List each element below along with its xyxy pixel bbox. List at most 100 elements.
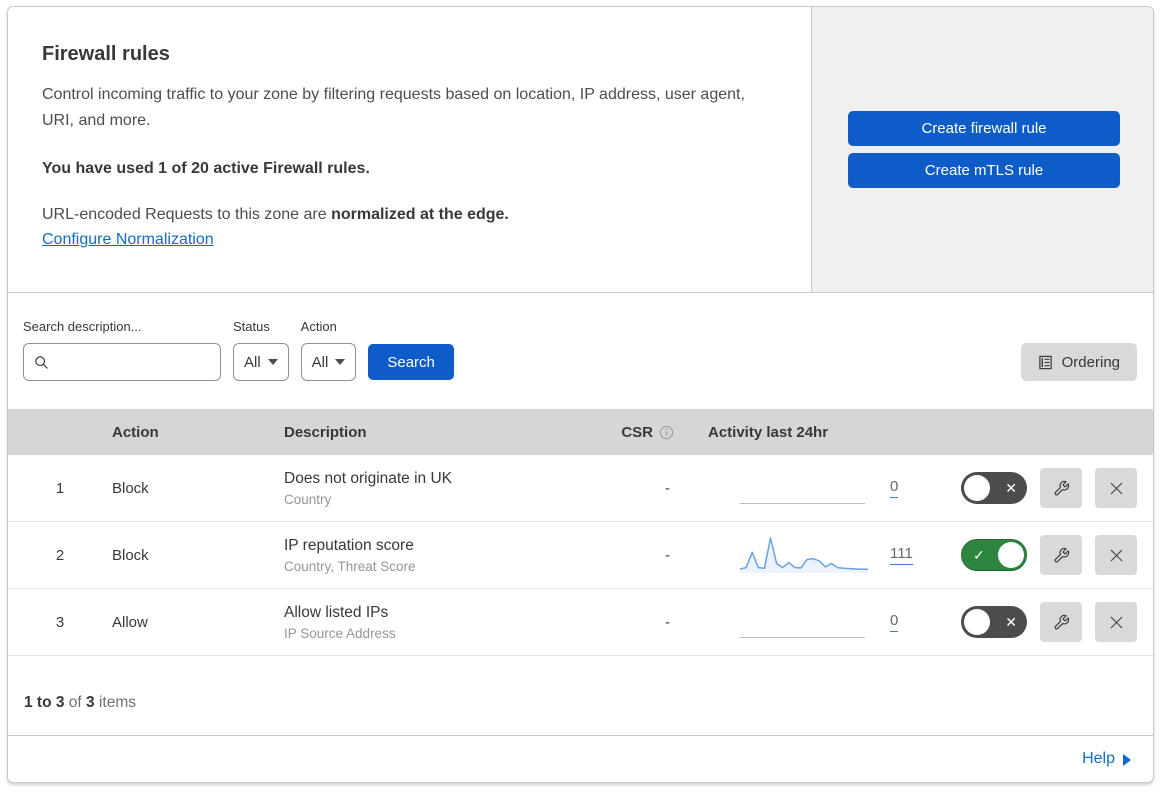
rule-criteria: Country	[284, 491, 332, 507]
close-icon	[1107, 479, 1126, 498]
chevron-down-icon	[335, 359, 346, 365]
rule-csr: -	[665, 546, 670, 564]
edit-rule-button[interactable]	[1040, 602, 1082, 642]
status-dropdown[interactable]: All	[233, 343, 289, 381]
ordering-button[interactable]: Ordering	[1020, 343, 1137, 381]
rule-description: Allow listed IPs	[284, 603, 389, 621]
table-row: 2 Block IP reputation score Country, Thr…	[8, 522, 1153, 589]
search-icon	[34, 355, 49, 370]
status-label: Status	[233, 319, 270, 334]
action-filter-group: Action All	[300, 319, 357, 381]
ordering-list-icon	[1038, 355, 1053, 370]
table-body: 1 Block Does not originate in UK Country…	[8, 455, 1153, 656]
status-filter-group: Status All	[233, 319, 289, 381]
action-dropdown[interactable]: All	[300, 343, 357, 381]
header-text-panel: Firewall rules Control incoming traffic …	[8, 7, 812, 292]
pagination-total: 3	[86, 694, 95, 711]
filter-controls: Search description... Status All Action …	[23, 319, 454, 381]
rule-action: Block	[112, 546, 149, 564]
rule-description-cell: IP reputation score Country, Threat Scor…	[284, 537, 606, 574]
header-actions-panel: Create firewall rule Create mTLS rule	[812, 7, 1153, 292]
normalization-note: URL-encoded Requests to this zone are no…	[42, 206, 777, 224]
rule-enabled-toggle[interactable]: ✓	[961, 539, 1027, 571]
toggle-state-icon: ✕	[1005, 614, 1017, 630]
column-header-action: Action	[112, 423, 159, 441]
search-input-wrapper[interactable]	[23, 343, 221, 381]
toggle-state-icon: ✓	[973, 547, 985, 563]
page-description: Control incoming traffic to your zone by…	[42, 86, 745, 129]
normalization-prefix: URL-encoded Requests to this zone are	[42, 205, 332, 223]
toggle-knob	[964, 475, 990, 501]
column-header-activity: Activity last 24hr	[708, 423, 829, 441]
table-header-row: Action Description CSR Activity last 24h…	[8, 409, 1153, 455]
info-icon[interactable]	[659, 425, 674, 440]
edit-rule-button[interactable]	[1040, 535, 1082, 575]
column-header-description: Description	[284, 423, 367, 441]
rule-enabled-toggle[interactable]: ✕	[961, 606, 1027, 638]
help-bar: Help	[8, 736, 1153, 782]
page-title: Firewall rules	[42, 43, 170, 65]
rule-activity-cell: 111	[696, 533, 961, 577]
rule-criteria: IP Source Address	[284, 625, 396, 641]
pagination-range: 1 to 3	[24, 694, 65, 711]
rule-priority: 2	[55, 546, 65, 564]
rule-enabled-toggle[interactable]: ✕	[961, 472, 1027, 504]
toggle-state-icon: ✕	[1005, 480, 1017, 496]
rule-description-cell: Does not originate in UK Country	[284, 470, 606, 507]
table-row: 1 Block Does not originate in UK Country…	[8, 455, 1153, 522]
action-label: Action	[300, 319, 337, 334]
delete-rule-button[interactable]	[1095, 602, 1137, 642]
search-group: Search description...	[23, 319, 221, 381]
wrench-icon	[1053, 547, 1070, 564]
help-link[interactable]: Help	[1082, 750, 1131, 768]
pagination-of: of	[64, 694, 87, 711]
edit-rule-button[interactable]	[1040, 468, 1082, 508]
usage-summary: You have used 1 of 20 active Firewall ru…	[42, 159, 370, 177]
rule-activity-cell: 0	[696, 600, 961, 644]
activity-sparkline	[740, 466, 868, 510]
rule-description-cell: Allow listed IPs IP Source Address	[284, 604, 606, 641]
search-label: Search description...	[23, 319, 142, 334]
activity-count-link[interactable]: 0	[890, 612, 899, 632]
rule-priority: 1	[55, 479, 65, 497]
toggle-knob	[964, 609, 990, 635]
header-section: Firewall rules Control incoming traffic …	[8, 7, 1153, 293]
chevron-down-icon	[267, 359, 278, 365]
activity-count-link[interactable]: 0	[890, 478, 899, 498]
create-mtls-rule-button[interactable]: Create mTLS rule	[848, 153, 1120, 188]
rule-controls: ✓	[961, 535, 1153, 575]
search-button[interactable]: Search	[368, 344, 454, 380]
delete-rule-button[interactable]	[1095, 535, 1137, 575]
rule-controls: ✕	[961, 468, 1153, 508]
action-dropdown-value: All	[311, 353, 329, 371]
rule-controls: ✕	[961, 602, 1153, 642]
toggle-knob	[998, 542, 1024, 568]
rule-action: Block	[112, 479, 149, 497]
activity-sparkline	[740, 533, 868, 577]
rule-csr: -	[665, 613, 670, 631]
firewall-rules-card: Firewall rules Control incoming traffic …	[7, 6, 1154, 783]
rule-description: IP reputation score	[284, 536, 414, 554]
create-firewall-rule-button[interactable]: Create firewall rule	[848, 111, 1120, 146]
pagination-summary: 1 to 3 of 3 items	[8, 656, 1153, 736]
rules-table: Action Description CSR Activity last 24h…	[8, 409, 1153, 656]
status-dropdown-value: All	[244, 353, 261, 371]
filter-bar: Search description... Status All Action …	[8, 293, 1153, 409]
search-input[interactable]	[57, 354, 210, 370]
rule-action: Allow	[112, 613, 148, 631]
close-icon	[1107, 546, 1126, 565]
wrench-icon	[1053, 480, 1070, 497]
activity-sparkline	[740, 600, 868, 644]
rule-priority: 3	[55, 613, 65, 631]
help-link-label: Help	[1082, 750, 1115, 767]
activity-count-link[interactable]: 111	[890, 545, 913, 565]
csr-header-label: CSR	[621, 423, 653, 441]
table-row: 3 Allow Allow listed IPs IP Source Addre…	[8, 589, 1153, 656]
rule-criteria: Country, Threat Score	[284, 558, 416, 574]
rule-csr: -	[665, 479, 670, 497]
column-header-csr: CSR	[606, 424, 696, 441]
pagination-items: items	[94, 694, 136, 711]
normalization-bold: normalized at the edge.	[331, 205, 509, 223]
configure-normalization-link[interactable]: Configure Normalization	[42, 231, 214, 248]
delete-rule-button[interactable]	[1095, 468, 1137, 508]
